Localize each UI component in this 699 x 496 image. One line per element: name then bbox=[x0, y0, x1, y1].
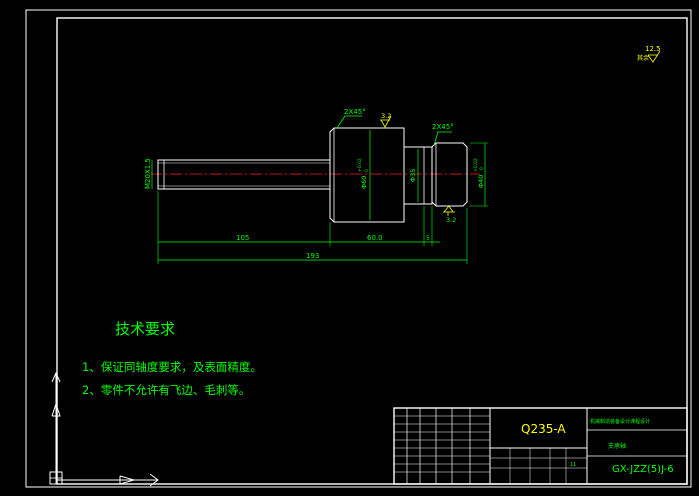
roughness-right-value: 3.2 bbox=[446, 216, 456, 224]
dia-large-tol-bottom: 0 bbox=[364, 169, 370, 172]
drawing-number-label: GX-JZZ(5)J-6 bbox=[612, 464, 674, 475]
sheet-info-label: 11 bbox=[570, 462, 576, 468]
chamfer-right-label: 2X45° bbox=[432, 123, 454, 131]
roughness-top-value: 3.2 bbox=[381, 112, 391, 120]
length-shaft-dimension: 105 bbox=[236, 234, 249, 242]
notes-heading: 技术要求 bbox=[115, 320, 175, 338]
cad-drawing-canvas[interactable]: 12.5 其余 2X45° 2X45° 3.2 3.2 M20X1.5 Φ60 … bbox=[0, 0, 699, 496]
roughness-general-label: 其余 bbox=[637, 54, 649, 62]
length-step-dimension: 5 bbox=[426, 235, 430, 242]
part-name-label: 支承轴 bbox=[608, 442, 626, 450]
notes-line-2: 2、零件不允许有飞边、毛刺等。 bbox=[82, 383, 250, 397]
roughness-general-value: 12.5 bbox=[645, 45, 661, 53]
dia-right-tol-bottom: 0 bbox=[479, 167, 485, 170]
length-body-dimension: 60.0 bbox=[367, 234, 383, 242]
thread-dimension: M20X1.5 bbox=[144, 158, 152, 189]
dia-large-dimension: Φ60 bbox=[360, 176, 368, 189]
company-label: 机械制造装备设计课程设计 bbox=[590, 418, 650, 425]
chamfer-left-label: 2X45° bbox=[344, 108, 366, 116]
dia-large-tol-top: +0.02 bbox=[357, 158, 363, 172]
notes-line-1: 1、保证同轴度要求，及表面精度。 bbox=[82, 360, 262, 374]
dia-right-tol-top: +0.02 bbox=[473, 158, 479, 172]
material-label: Q235-A bbox=[521, 422, 566, 436]
length-total-dimension: 193 bbox=[306, 252, 319, 260]
dia-mid-dimension: Φ35 bbox=[409, 169, 417, 182]
dia-right-dimension: Φ40 bbox=[477, 175, 485, 188]
